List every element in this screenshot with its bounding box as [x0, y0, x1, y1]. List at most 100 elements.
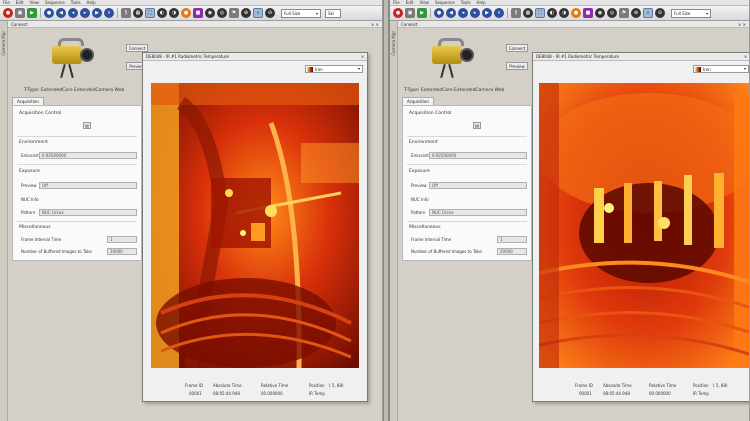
- viewer-close-icon[interactable]: ×: [743, 54, 748, 59]
- stop-icon[interactable]: ●: [393, 8, 403, 18]
- measure-icon[interactable]: ◉: [205, 8, 215, 18]
- preview-field[interactable]: Off: [39, 182, 137, 189]
- zoom-select[interactable]: Full Size ▾: [281, 8, 321, 18]
- preview-button[interactable]: Preview: [506, 62, 528, 70]
- acquisition-settings-icon[interactable]: ▤: [83, 122, 91, 129]
- thermal-image[interactable]: [539, 83, 749, 368]
- dock-close-icon[interactable]: × ×: [738, 22, 746, 27]
- menu-tools[interactable]: Tools: [461, 0, 471, 5]
- absolute-time-value: 08:05:44.948: [603, 391, 630, 396]
- temperature-value: IR Temp: [693, 391, 709, 396]
- position-label: Position: [693, 383, 709, 388]
- preview-field[interactable]: Off: [429, 182, 527, 189]
- skip-back-icon[interactable]: ◀: [446, 8, 456, 18]
- side-tab-camera-mgr[interactable]: Camera Mgr: [391, 31, 396, 56]
- menu-view[interactable]: View: [29, 0, 39, 5]
- purple-tool-icon[interactable]: ■: [583, 8, 593, 18]
- skip-back-icon[interactable]: ◀: [56, 8, 66, 18]
- zoom-select[interactable]: Full Size ▾: [671, 8, 711, 18]
- palette-icon[interactable]: ◐: [157, 8, 167, 18]
- measure-icon[interactable]: ◉: [595, 8, 605, 18]
- zoom-in-icon[interactable]: ⊕: [241, 8, 251, 18]
- menu-edit[interactable]: Edit: [406, 0, 414, 5]
- miscellaneous-heading: Miscellaneous: [409, 225, 441, 230]
- roi-icon[interactable]: ◎: [217, 8, 227, 18]
- pattern-field[interactable]: NUC LVxxx: [39, 209, 137, 216]
- connect-button[interactable]: Connect: [506, 44, 528, 52]
- grid-icon[interactable]: ▦: [133, 8, 143, 18]
- purple-tool-icon[interactable]: ■: [193, 8, 203, 18]
- camera-icon[interactable]: ▣: [405, 8, 415, 18]
- acquisition-panel: Acquisition Control ▤ Environment Emissi…: [12, 105, 142, 261]
- skip-forward-icon[interactable]: ▶: [92, 8, 102, 18]
- contrast-icon[interactable]: ◑: [559, 8, 569, 18]
- absolute-time-label: Absolute Time: [603, 383, 632, 388]
- camera-icon[interactable]: ▣: [15, 8, 25, 18]
- pause-icon[interactable]: ॥: [104, 8, 114, 18]
- dock-header: Connect × ×: [398, 21, 749, 28]
- viewer-close-icon[interactable]: ×: [360, 54, 365, 59]
- step-forward-icon[interactable]: ▸: [470, 8, 480, 18]
- skip-forward-icon[interactable]: ▶: [482, 8, 492, 18]
- crop-icon[interactable]: ⛶: [535, 8, 545, 18]
- menu-file[interactable]: File: [393, 0, 400, 5]
- frame-interval-field[interactable]: 1: [107, 236, 137, 243]
- absolute-time-label: Absolute Time: [213, 383, 242, 388]
- left-application-window: File Edit View Sequence Tools Help ● ▣ ▶…: [0, 0, 383, 421]
- connect-button[interactable]: Connect: [126, 44, 148, 52]
- zoom-fit-icon[interactable]: ⌕: [643, 8, 653, 18]
- buffer-count-field[interactable]: 20000: [497, 248, 527, 255]
- acquisition-settings-icon[interactable]: ▤: [473, 122, 481, 129]
- zoom-fit-icon[interactable]: ⌕: [253, 8, 263, 18]
- pause-icon[interactable]: ॥: [494, 8, 504, 18]
- crop-icon[interactable]: ⛶: [145, 8, 155, 18]
- grid-icon[interactable]: ▦: [523, 8, 533, 18]
- record-icon[interactable]: ●: [44, 8, 54, 18]
- color-icon[interactable]: ●: [181, 8, 191, 18]
- step-forward-icon[interactable]: ▸: [80, 8, 90, 18]
- menu-sequence[interactable]: Sequence: [435, 0, 455, 5]
- contrast-icon[interactable]: ◑: [169, 8, 179, 18]
- menu-file[interactable]: File: [3, 0, 10, 5]
- zoom-out-icon[interactable]: ⊖: [655, 8, 665, 18]
- palette-icon[interactable]: ◐: [547, 8, 557, 18]
- frame-interval-label: Frame Interval Time: [21, 237, 62, 242]
- menu-edit[interactable]: Edit: [16, 0, 24, 5]
- menu-help[interactable]: Help: [87, 0, 96, 5]
- settings-tabs: Acquisition: [12, 97, 44, 105]
- dock-close-icon[interactable]: × ×: [371, 22, 379, 27]
- play-icon[interactable]: ▶: [417, 8, 427, 18]
- emissivity-field[interactable]: 0.92500000: [429, 152, 527, 159]
- step-back-icon[interactable]: ◂: [458, 8, 468, 18]
- zoom-out-icon[interactable]: ⊖: [265, 8, 275, 18]
- menu-view[interactable]: View: [419, 0, 429, 5]
- thermal-image[interactable]: [151, 83, 359, 368]
- flag-icon[interactable]: ⚑: [229, 8, 239, 18]
- step-back-icon[interactable]: ◂: [68, 8, 78, 18]
- buffer-count-field[interactable]: 20000: [107, 248, 137, 255]
- link-icon[interactable]: §: [121, 8, 131, 18]
- menu-help[interactable]: Help: [477, 0, 486, 5]
- tab-acquisition[interactable]: Acquisition: [402, 97, 434, 105]
- pattern-field[interactable]: NUC LVxxx: [429, 209, 527, 216]
- roi-icon[interactable]: ◎: [607, 8, 617, 18]
- menu-sequence[interactable]: Sequence: [45, 0, 65, 5]
- frame-interval-field[interactable]: 1: [497, 236, 527, 243]
- dock-title: Connect: [401, 21, 418, 27]
- stop-icon[interactable]: ●: [3, 8, 13, 18]
- color-icon[interactable]: ●: [571, 8, 581, 18]
- link-icon[interactable]: §: [511, 8, 521, 18]
- flag-icon[interactable]: ⚑: [619, 8, 629, 18]
- side-tab-camera-mgr[interactable]: Camera Mgr: [1, 31, 6, 56]
- zoom-in-icon[interactable]: ⊕: [631, 8, 641, 18]
- small-select[interactable]: Ski: [325, 8, 341, 18]
- menu-tools[interactable]: Tools: [71, 0, 81, 5]
- record-icon[interactable]: ●: [434, 8, 444, 18]
- pattern-label: Pattern: [21, 210, 36, 215]
- exposure-heading: Exposure: [19, 169, 40, 174]
- palette-select[interactable]: Iron ▾: [305, 65, 363, 73]
- tab-acquisition[interactable]: Acquisition: [12, 97, 44, 105]
- emissivity-field[interactable]: 0.92500000: [39, 152, 137, 159]
- palette-select[interactable]: Iron ▾: [693, 65, 749, 73]
- play-icon[interactable]: ▶: [27, 8, 37, 18]
